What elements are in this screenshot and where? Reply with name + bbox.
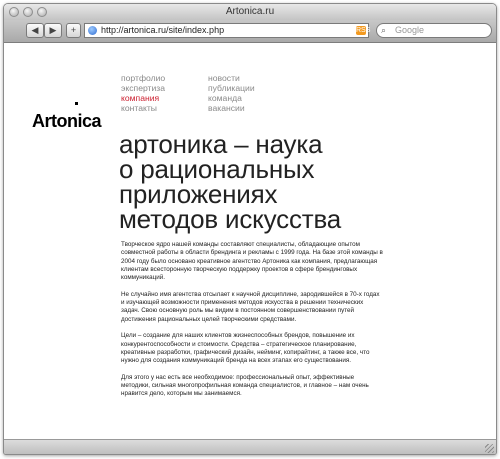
nav-item-vacancies[interactable]: вакансии: [208, 103, 255, 113]
rss-icon[interactable]: RSS: [356, 26, 370, 35]
nav-primary: портфолио экспертиза компания контакты: [121, 73, 165, 113]
search-input[interactable]: ⌕ Google: [376, 23, 492, 38]
globe-icon: [88, 26, 97, 35]
nav-item-contacts[interactable]: контакты: [121, 103, 165, 113]
logo-dot: [75, 102, 78, 105]
browser-window: Artonica.ru ◀ ▶ + http://artonica.ru/sit…: [3, 3, 497, 455]
logo[interactable]: Artonica: [32, 111, 102, 132]
resize-grip-icon[interactable]: [485, 444, 494, 453]
add-bookmark-button[interactable]: +: [66, 23, 81, 38]
nav-item-team[interactable]: команда: [208, 93, 255, 103]
paragraph: Не случайно имя агентства отсылает к нау…: [121, 290, 380, 323]
window-title: Artonica.ru: [225, 6, 275, 17]
nav-secondary: новости публикации команда вакансии: [208, 73, 255, 113]
title-bar: Artonica.ru: [4, 4, 496, 20]
nav-item-portfolio[interactable]: портфолио: [121, 73, 165, 83]
headline-line: методов искусства: [119, 204, 342, 234]
search-placeholder: Google: [395, 25, 425, 35]
paragraph: Для этого у нас есть все необходимое: пр…: [121, 373, 369, 398]
body-text: Творческое ядро нашей команды составляют…: [121, 241, 383, 407]
status-bar: [4, 439, 496, 454]
page-content: портфолио экспертиза компания контакты н…: [4, 43, 496, 439]
back-button[interactable]: ◀: [26, 23, 44, 38]
page-headline: артоника – наука о рациональных приложен…: [119, 131, 479, 234]
paragraph: Творческое ядро нашей команды составляют…: [121, 241, 383, 282]
nav-item-company[interactable]: компания: [121, 93, 165, 103]
browser-toolbar: ◀ ▶ + http://artonica.ru/site/index.php …: [4, 20, 496, 43]
paragraph: Цели – создание для наших клиентов жизне…: [121, 332, 370, 365]
url-text: http://artonica.ru/site/index.php: [101, 25, 225, 35]
forward-button[interactable]: ▶: [44, 23, 62, 38]
nav-item-publications[interactable]: публикации: [208, 83, 255, 93]
nav-item-expertise[interactable]: экспертиза: [121, 83, 165, 93]
nav-item-news[interactable]: новости: [208, 73, 255, 83]
search-icon: ⌕: [381, 25, 387, 35]
address-bar[interactable]: http://artonica.ru/site/index.php RSS: [84, 23, 370, 38]
